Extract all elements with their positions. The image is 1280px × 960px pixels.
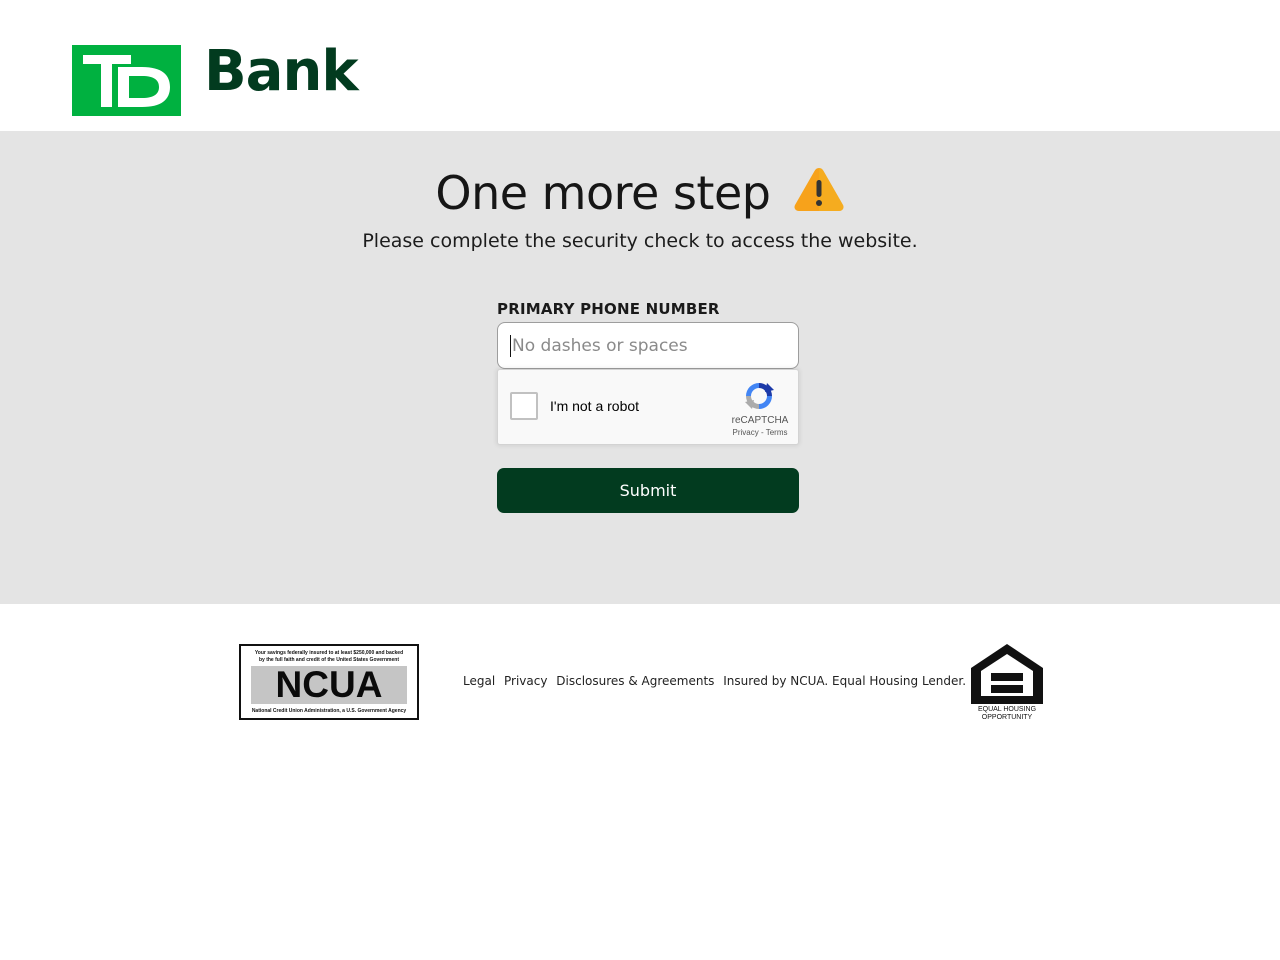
footer-links: Legal Privacy Disclosures & Agreements I… xyxy=(463,674,971,688)
recaptcha-links: Privacy - Terms xyxy=(720,428,800,437)
recaptcha-checkbox[interactable] xyxy=(510,392,538,420)
phone-label: PRIMARY PHONE NUMBER xyxy=(497,300,720,318)
ncua-bottom-text: National Credit Union Administration, a … xyxy=(251,708,407,714)
site-footer: Your savings federally insured to at lea… xyxy=(0,604,1280,960)
footer-link-disclosures[interactable]: Disclosures & Agreements xyxy=(556,674,714,688)
equal-housing-text: EQUAL HOUSING OPPORTUNITY xyxy=(966,706,1048,722)
page-title-text: One more step xyxy=(435,166,771,220)
recaptcha-link-separator: - xyxy=(758,428,766,437)
page-title: One more step xyxy=(0,165,1280,226)
recaptcha-logo-icon xyxy=(743,380,775,417)
insured-text: Insured by NCUA. Equal Housing Lender. xyxy=(723,674,967,688)
recaptcha-brand: reCAPTCHA xyxy=(731,415,789,426)
recaptcha-label: I'm not a robot xyxy=(550,398,640,414)
warning-icon xyxy=(793,166,845,224)
footer-link-legal[interactable]: Legal xyxy=(463,674,495,688)
equal-housing-line1: EQUAL HOUSING xyxy=(977,706,1037,713)
equal-housing-line2: OPPORTUNITY xyxy=(981,714,1033,721)
recaptcha-privacy-link[interactable]: Privacy xyxy=(733,428,759,437)
ncua-top-text: Your savings federally insured to at lea… xyxy=(254,650,404,663)
security-check-panel: One more step Please complete the securi… xyxy=(0,131,1280,604)
text-caret xyxy=(510,335,511,357)
td-logo-mark xyxy=(72,45,181,116)
ncua-word: NCUA xyxy=(275,664,383,705)
footer-link-privacy[interactable]: Privacy xyxy=(504,674,547,688)
phone-input[interactable] xyxy=(497,322,799,369)
submit-button[interactable]: Submit xyxy=(497,468,799,513)
recaptcha-terms-link[interactable]: Terms xyxy=(766,428,788,437)
bank-wordmark: Bank xyxy=(204,39,359,104)
td-logo-icon[interactable] xyxy=(72,45,181,116)
recaptcha-widget: I'm not a robot reCAPTCHA Privacy - Term… xyxy=(497,369,799,445)
site-header: Bank xyxy=(0,0,1280,131)
instruction-text: Please complete the security check to ac… xyxy=(362,230,918,252)
ncua-badge: Your savings federally insured to at lea… xyxy=(239,644,419,720)
